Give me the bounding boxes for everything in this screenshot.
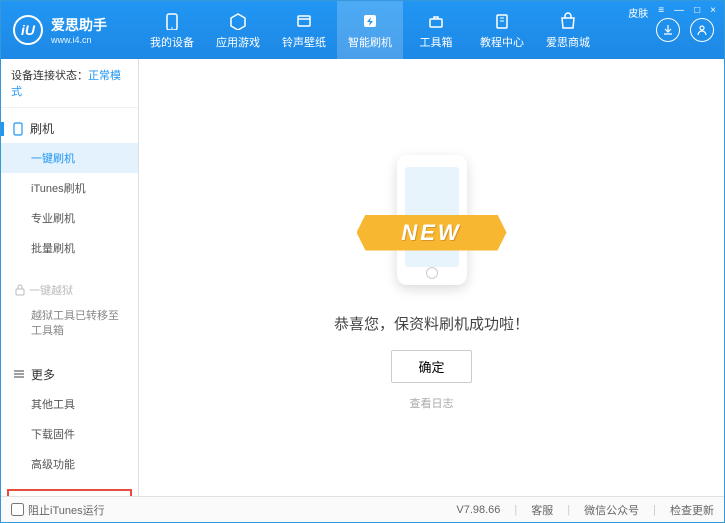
sidebar-flash-title: 刷机 <box>30 120 54 137</box>
nav-tab-label: 应用游戏 <box>216 34 260 50</box>
nav-tab-5[interactable]: 教程中心 <box>469 1 535 59</box>
music-icon <box>294 11 314 31</box>
body: 设备连接状态：正常模式 刷机 一键刷机iTunes刷机专业刷机批量刷机 一键越狱… <box>1 59 724 496</box>
nav-tab-label: 铃声壁纸 <box>282 34 326 50</box>
apps-icon <box>228 11 248 31</box>
nav-tab-label: 爱思商城 <box>546 34 590 50</box>
book-icon <box>492 11 512 31</box>
close-button[interactable]: × <box>708 5 718 20</box>
minimize-button[interactable]: — <box>672 5 686 20</box>
sidebar-more-header[interactable]: 更多 <box>1 360 138 389</box>
sidebar-jailbreak-note: 越狱工具已转移至工具箱 <box>1 305 138 348</box>
window-controls: 皮肤 ≡ — □ × <box>626 5 718 20</box>
footer: 阻止iTunes运行 V7.98.66 | 客服 | 微信公众号 | 检查更新 <box>1 496 724 522</box>
ok-button[interactable]: 确定 <box>391 350 471 383</box>
sidebar-flash-section: 刷机 一键刷机iTunes刷机专业刷机批量刷机 <box>1 108 138 269</box>
sidebar-more-item-2[interactable]: 高级功能 <box>1 449 138 479</box>
sidebar-flash-item-3[interactable]: 批量刷机 <box>1 233 138 263</box>
nav-tabs: 我的设备 应用游戏 铃声壁纸 智能刷机 工具箱 教程中心 爱思商城 <box>139 1 656 59</box>
nav-tab-6[interactable]: 爱思商城 <box>535 1 601 59</box>
wechat-link[interactable]: 微信公众号 <box>584 502 639 518</box>
version-label: V7.98.66 <box>456 504 500 516</box>
success-message: 恭喜您，保资料刷机成功啦！ <box>334 313 529 334</box>
brand-logo-icon: iU <box>13 15 43 45</box>
success-illustration: NEW <box>352 145 512 295</box>
nav-tab-0[interactable]: 我的设备 <box>139 1 205 59</box>
toolbox-icon <box>426 11 446 31</box>
sidebar-more-section: 更多 其他工具下载固件高级功能 <box>1 354 138 485</box>
app-window: 皮肤 ≡ — □ × iU 爱思助手 www.i4.cn 我的设备 应用游戏 铃声壁… <box>0 0 725 523</box>
sidebar-more-item-0[interactable]: 其他工具 <box>1 389 138 419</box>
sidebar-jailbreak-title: 一键越狱 <box>29 282 73 298</box>
skin-button[interactable]: 皮肤 <box>626 5 650 20</box>
sidebar-more-title: 更多 <box>31 366 55 383</box>
service-link[interactable]: 客服 <box>531 502 553 518</box>
sidebar-flash-item-1[interactable]: iTunes刷机 <box>1 173 138 203</box>
nav-tab-2[interactable]: 铃声壁纸 <box>271 1 337 59</box>
sidebar-jailbreak-header: 一键越狱 <box>1 275 138 305</box>
nav-tab-label: 我的设备 <box>150 34 194 50</box>
lock-icon <box>15 284 25 296</box>
nav-tab-3[interactable]: 智能刷机 <box>337 1 403 59</box>
sidebar-more-item-1[interactable]: 下载固件 <box>1 419 138 449</box>
flash-icon <box>360 11 380 31</box>
status-label: 设备连接状态： <box>11 70 88 82</box>
nav-tab-label: 智能刷机 <box>348 34 392 50</box>
brand-url: www.i4.cn <box>51 35 107 45</box>
user-button[interactable] <box>690 18 714 42</box>
block-itunes-checkbox[interactable]: 阻止iTunes运行 <box>11 502 105 518</box>
sidebar-flash-item-0[interactable]: 一键刷机 <box>1 143 138 173</box>
sidebar-flash-header[interactable]: 刷机 <box>1 114 138 143</box>
new-ribbon: NEW <box>357 215 507 251</box>
download-button[interactable] <box>656 18 680 42</box>
nav-tab-4[interactable]: 工具箱 <box>403 1 469 59</box>
main-content: NEW 恭喜您，保资料刷机成功啦！ 确定 查看日志 <box>139 59 724 496</box>
phone-icon <box>12 122 24 136</box>
title-right <box>656 18 724 42</box>
maximize-button[interactable]: □ <box>692 5 702 20</box>
checkbox-group: 自动激活 跳过向导 <box>7 489 132 496</box>
brand-title: 爱思助手 <box>51 15 107 35</box>
menu-icon <box>13 368 25 380</box>
brand: iU 爱思助手 www.i4.cn <box>1 15 139 45</box>
connection-status: 设备连接状态：正常模式 <box>1 59 138 108</box>
menu-button[interactable]: ≡ <box>656 5 666 20</box>
update-link[interactable]: 检查更新 <box>670 502 714 518</box>
sidebar-flash-item-2[interactable]: 专业刷机 <box>1 203 138 233</box>
nav-tab-label: 工具箱 <box>420 34 453 50</box>
sidebar: 设备连接状态：正常模式 刷机 一键刷机iTunes刷机专业刷机批量刷机 一键越狱… <box>1 59 139 496</box>
store-icon <box>558 11 578 31</box>
sidebar-jailbreak-section: 一键越狱 越狱工具已转移至工具箱 <box>1 269 138 354</box>
view-log-link[interactable]: 查看日志 <box>410 395 454 411</box>
titlebar: iU 爱思助手 www.i4.cn 我的设备 应用游戏 铃声壁纸 智能刷机 工具箱 教程中… <box>1 1 724 59</box>
nav-tab-label: 教程中心 <box>480 34 524 50</box>
phone-icon <box>162 11 182 31</box>
nav-tab-1[interactable]: 应用游戏 <box>205 1 271 59</box>
